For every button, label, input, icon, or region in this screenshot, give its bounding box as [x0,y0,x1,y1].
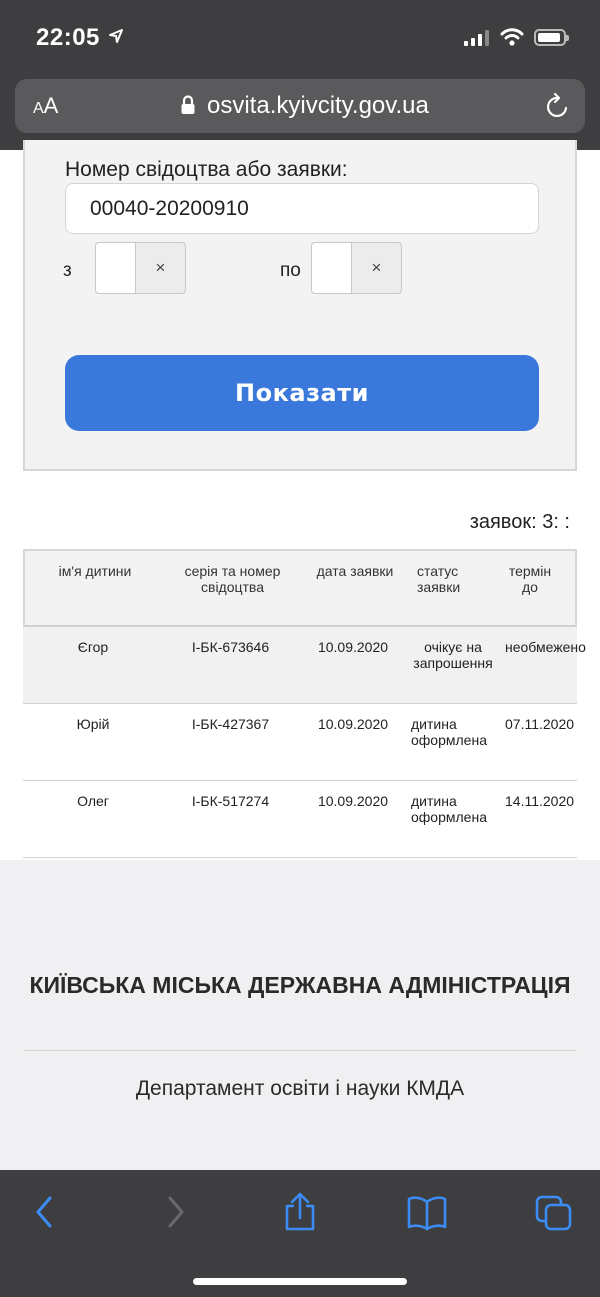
cell-certificate: І-БК-427367 [191,716,270,732]
column-header-status: статус заявки [417,563,461,595]
home-indicator [193,1278,407,1285]
url-text[interactable]: osvita.kyivcity.gov.ua [207,92,429,120]
table-row: Юрій І-БК-427367 10.09.2020 дитина оформ… [23,704,577,781]
department-name: Департамент освіти і науки КМДА [135,1077,465,1100]
table-row: Олег І-БК-517274 10.09.2020 дитина оформ… [23,781,577,858]
org-name: КИЇВСЬКА МІСЬКА ДЕРЖАВНА АДМІНІСТРАЦІЯ [29,972,571,998]
reload-icon[interactable] [545,92,571,120]
date-to-field[interactable]: × [311,242,402,294]
text-size-button[interactable]: AA [33,93,58,119]
column-header-term: термін до [508,563,552,595]
cellular-signal-icon [464,30,489,46]
tabs-icon[interactable] [534,1192,574,1232]
browser-bottom-toolbar [0,1170,600,1297]
date-to-input[interactable] [312,243,352,293]
cell-status: дитина оформлена [411,716,487,748]
footer-divider [23,1050,577,1051]
cell-name: Юрій [76,716,110,732]
bookmarks-icon[interactable] [405,1192,449,1232]
column-header-date: дата заявки [316,563,394,579]
certificate-number-input[interactable]: 00040-20200910 [65,183,539,234]
cell-status: дитина оформлена [411,793,487,825]
date-to-label: по [280,260,301,281]
column-header-name: ім'я дитини [58,563,132,579]
lock-icon [181,95,195,114]
results-table: ім'я дитини серія та номер свідоцтва дат… [23,549,586,858]
table-row: Єгор І-БК-673646 10.09.2020 очікує на за… [23,627,586,704]
results-count: заявок: 3: : [469,511,570,533]
battery-icon [534,29,569,46]
cell-status: очікує на запрошення [413,639,493,671]
cell-date: 10.09.2020 [317,716,389,732]
cell-certificate: І-БК-517274 [191,793,270,809]
column-header-certificate: серія та номер свідоцтва [184,563,281,595]
page-footer: КИЇВСЬКА МІСЬКА ДЕРЖАВНА АДМІНІСТРАЦІЯ Д… [0,860,600,1170]
date-from-clear-button[interactable]: × [136,243,185,293]
address-bar[interactable]: AA osvita.kyivcity.gov.ua [15,79,585,133]
status-time: 22:05 [36,24,100,51]
date-from-field[interactable]: × [95,242,186,294]
browser-top-bar: 22:05 AA osvita.kyivcity.gov.ua [0,0,600,150]
cell-term: 14.11.2020 [505,793,575,809]
date-to-clear-button[interactable]: × [352,243,401,293]
wifi-icon [500,28,524,46]
share-icon[interactable] [282,1192,318,1232]
cell-date: 10.09.2020 [317,793,389,809]
cell-certificate: І-БК-673646 [191,639,270,655]
cell-name: Олег [77,793,109,809]
table-header: ім'я дитини серія та номер свідоцтва дат… [23,549,577,627]
date-from-input[interactable] [96,243,136,293]
cell-term: 07.11.2020 [505,716,575,732]
location-arrow-icon [109,29,123,43]
cell-date: 10.09.2020 [317,639,389,655]
cell-name: Єгор [77,639,109,655]
show-button[interactable]: Показати [65,355,539,431]
forward-icon[interactable] [160,1192,190,1232]
date-from-label: з [63,260,72,281]
back-icon[interactable] [30,1192,60,1232]
cell-term: необмежено [505,639,586,655]
certificate-field-label: Номер свідоцтва або заявки: [65,158,348,181]
search-form-panel: Номер свідоцтва або заявки: 00040-202009… [23,140,577,471]
